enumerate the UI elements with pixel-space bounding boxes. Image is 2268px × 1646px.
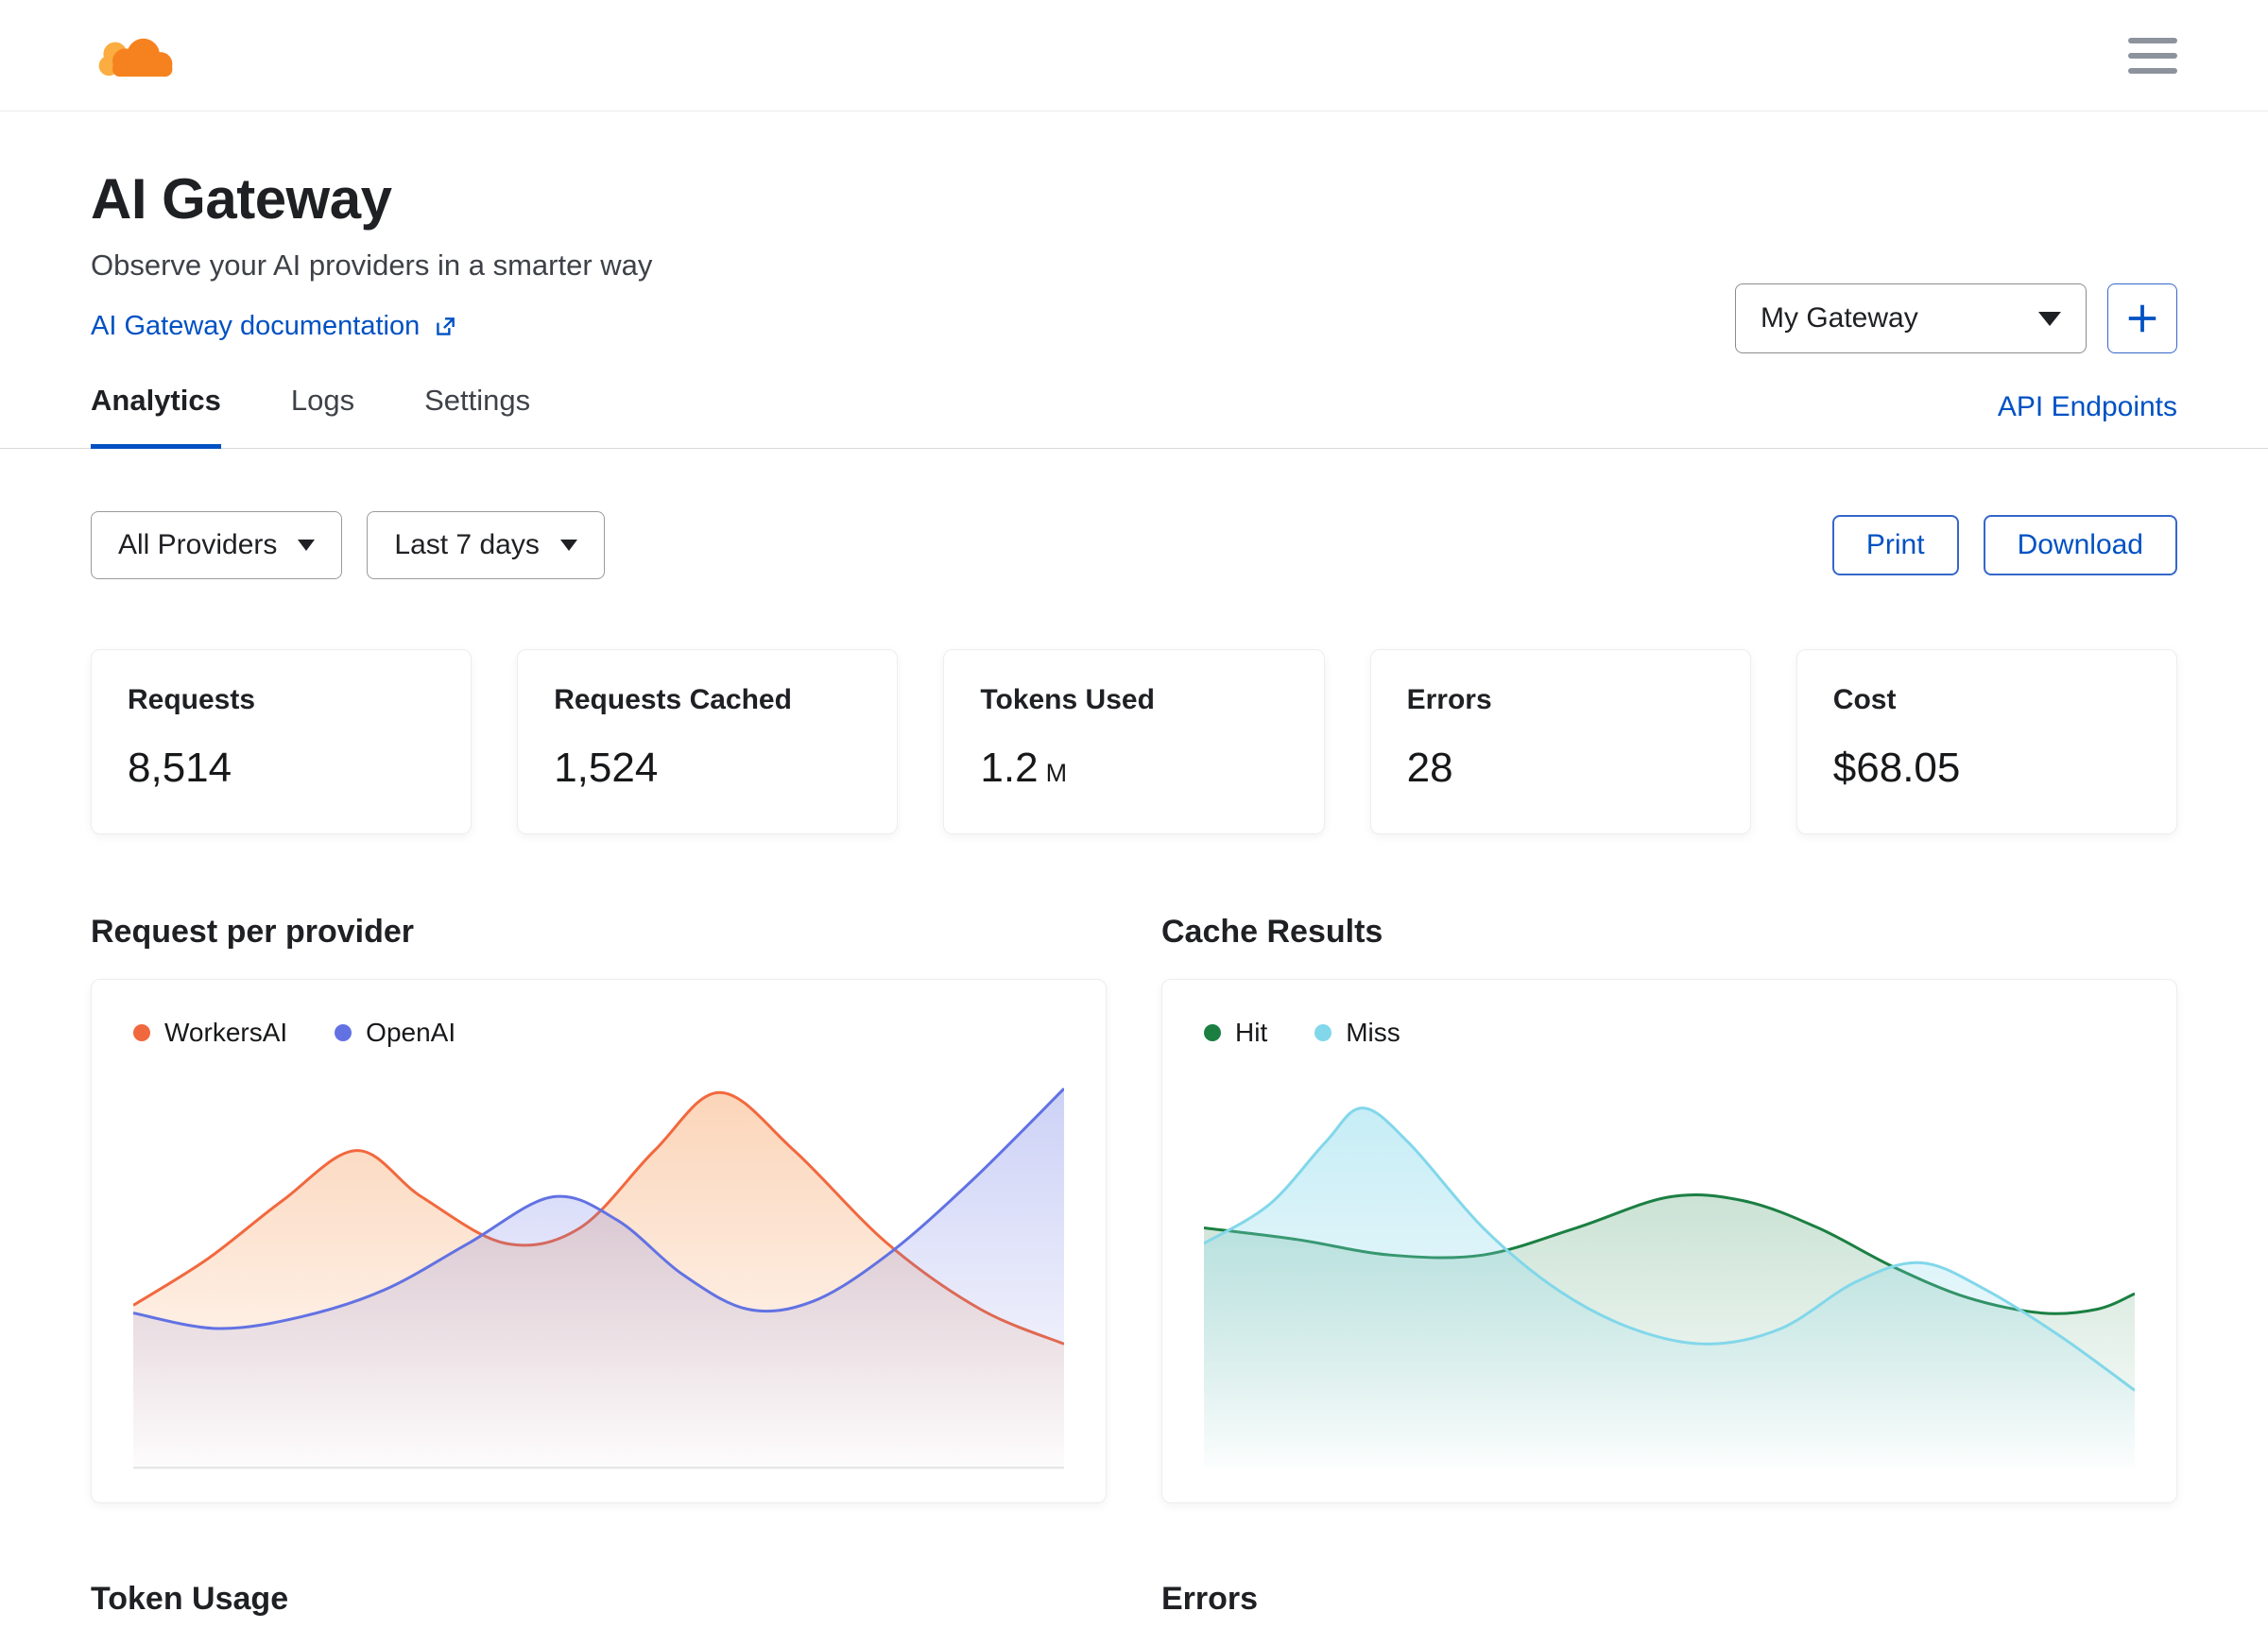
stat-label: Cost bbox=[1832, 684, 1897, 715]
stats-row: Requests 8,514 Requests Cached 1,524 Tok… bbox=[0, 649, 2268, 834]
provider-filter-dropdown[interactable]: All Providers bbox=[91, 511, 343, 579]
hamburger-menu-icon[interactable] bbox=[2128, 32, 2177, 79]
hamburger-bar bbox=[2128, 52, 2177, 59]
bottom-sections: Token Usage Errors bbox=[0, 1581, 2268, 1646]
legend-label: Hit bbox=[1235, 1018, 1268, 1047]
stat-value: 1,524 bbox=[554, 745, 659, 791]
stat-card-errors: Errors 28 bbox=[1369, 649, 1751, 834]
stat-card-tokens-used: Tokens Used 1.2 M bbox=[943, 649, 1325, 834]
legend-item-workersai[interactable]: WorkersAI bbox=[133, 1018, 287, 1048]
date-range-value: Last 7 days bbox=[394, 529, 540, 560]
stat-card-requests: Requests 8,514 bbox=[91, 649, 472, 834]
external-link-icon bbox=[437, 317, 455, 335]
stat-label: Requests Cached bbox=[554, 684, 792, 715]
legend-item-openai[interactable]: OpenAI bbox=[335, 1018, 455, 1048]
legend-label: Miss bbox=[1346, 1018, 1400, 1047]
cache-results-chart-card: Hit Miss bbox=[1161, 979, 2177, 1503]
stat-value: 28 bbox=[1406, 745, 1453, 791]
legend-dot-icon bbox=[133, 1024, 150, 1041]
chart-legend: WorkersAI OpenAI bbox=[133, 1018, 1064, 1048]
stat-label: Tokens Used bbox=[980, 684, 1155, 715]
requests-per-provider-chart-card: WorkersAI OpenAI bbox=[91, 979, 1107, 1503]
stat-value: 8,514 bbox=[128, 745, 232, 791]
tab-settings[interactable]: Settings bbox=[424, 384, 530, 449]
legend-label: WorkersAI bbox=[164, 1018, 288, 1047]
page-header: AI Gateway Observe your AI providers in … bbox=[0, 111, 2268, 353]
filters-bar: All Providers Last 7 days Print Download bbox=[0, 511, 2268, 579]
topbar bbox=[0, 0, 2268, 111]
gateway-select-value: My Gateway bbox=[1761, 302, 1918, 334]
chevron-down-icon bbox=[559, 540, 577, 551]
cache-results-section: Cache Results Hit Miss bbox=[1161, 914, 2177, 1503]
legend-label: OpenAI bbox=[366, 1018, 456, 1047]
token-usage-title: Token Usage bbox=[91, 1581, 289, 1617]
requests-per-provider-chart bbox=[133, 1069, 1064, 1476]
documentation-link[interactable]: AI Gateway documentation bbox=[91, 311, 457, 342]
stat-card-requests-cached: Requests Cached 1,524 bbox=[517, 649, 899, 834]
cloudflare-logo[interactable] bbox=[91, 26, 181, 85]
gateway-controls: My Gateway bbox=[1735, 283, 2177, 353]
filter-actions: Print Download bbox=[1831, 515, 2177, 575]
hamburger-bar bbox=[2128, 37, 2177, 43]
chart-title: Cache Results bbox=[1161, 914, 1383, 950]
hamburger-bar bbox=[2128, 67, 2177, 74]
tab-analytics[interactable]: Analytics bbox=[91, 384, 221, 449]
provider-filter-value: All Providers bbox=[118, 529, 278, 560]
stat-label: Errors bbox=[1406, 684, 1492, 715]
page-subtitle: Observe your AI providers in a smarter w… bbox=[91, 249, 653, 282]
gateway-select[interactable]: My Gateway bbox=[1735, 283, 2087, 353]
cache-results-chart bbox=[1204, 1069, 2135, 1468]
download-button[interactable]: Download bbox=[1983, 515, 2177, 575]
documentation-link-label: AI Gateway documentation bbox=[91, 311, 421, 341]
add-gateway-button[interactable] bbox=[2107, 283, 2177, 353]
errors-title: Errors bbox=[1161, 1581, 1259, 1617]
legend-dot-icon bbox=[1314, 1024, 1332, 1041]
stat-value: 1.2 M bbox=[980, 745, 1068, 791]
requests-per-provider-section: Request per provider WorkersAI OpenAI bbox=[91, 914, 1107, 1503]
stat-value: $68.05 bbox=[1832, 745, 1961, 791]
tabs-bar: Analytics Logs Settings API Endpoints bbox=[0, 384, 2268, 449]
date-range-dropdown[interactable]: Last 7 days bbox=[367, 511, 605, 579]
charts-grid: Request per provider WorkersAI OpenAI Cac… bbox=[0, 914, 2268, 1503]
tab-logs[interactable]: Logs bbox=[291, 384, 354, 449]
page-title: AI Gateway bbox=[91, 167, 392, 231]
api-endpoints-link[interactable]: API Endpoints bbox=[1998, 391, 2177, 448]
legend-dot-icon bbox=[1204, 1024, 1221, 1041]
legend-item-miss[interactable]: Miss bbox=[1314, 1018, 1400, 1048]
cloudflare-cloud-icon bbox=[98, 38, 173, 77]
chart-legend: Hit Miss bbox=[1204, 1018, 2135, 1048]
plus-icon bbox=[2128, 304, 2156, 333]
legend-dot-icon bbox=[335, 1024, 352, 1041]
chart-title: Request per provider bbox=[91, 914, 414, 950]
chevron-down-icon bbox=[2038, 311, 2061, 326]
print-button[interactable]: Print bbox=[1831, 515, 1959, 575]
chevron-down-icon bbox=[298, 540, 316, 551]
legend-item-hit[interactable]: Hit bbox=[1204, 1018, 1267, 1048]
stat-label: Requests bbox=[128, 684, 256, 715]
stat-card-cost: Cost $68.05 bbox=[1796, 649, 2177, 834]
